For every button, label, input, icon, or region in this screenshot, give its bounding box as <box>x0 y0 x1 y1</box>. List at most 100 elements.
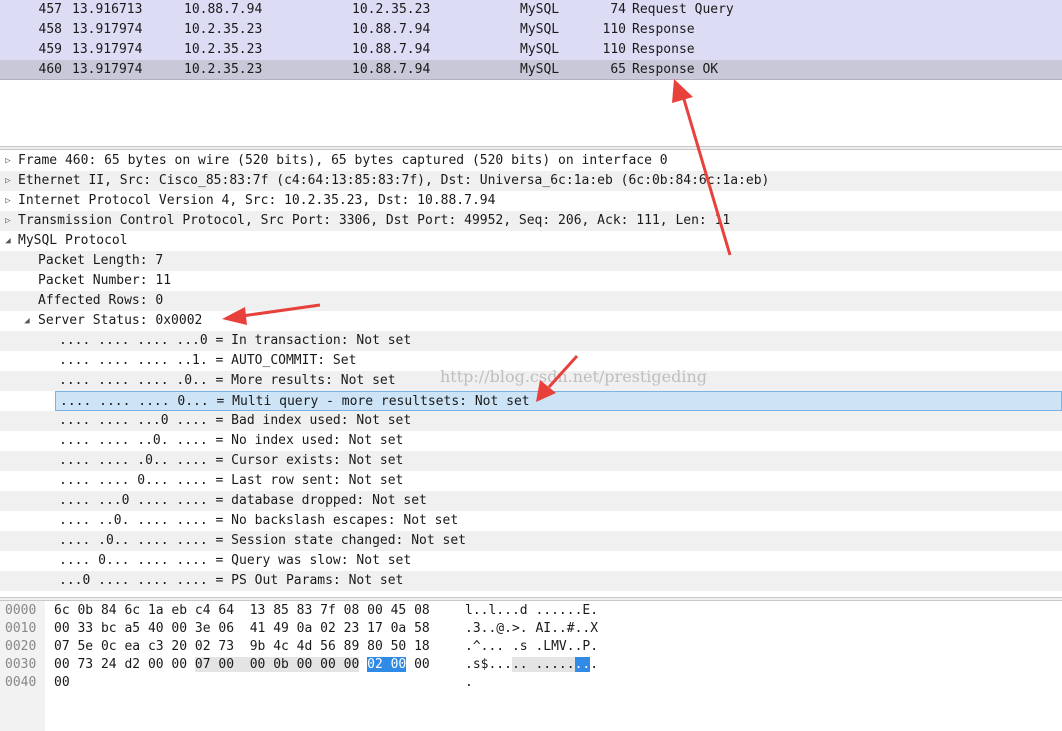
hex-byte[interactable]: 00 <box>367 603 383 618</box>
hex-byte[interactable]: 73 <box>77 657 93 672</box>
tree-item[interactable]: ◢ Server Status: 0x0002 <box>0 311 1062 331</box>
hex-byte[interactable]: a5 <box>124 621 140 636</box>
hex-byte[interactable]: 4c <box>273 639 289 654</box>
pane-splitter-top[interactable] <box>0 146 1062 150</box>
hex-byte[interactable]: 0a <box>391 621 407 636</box>
tree-item[interactable]: ...0 .... .... .... = PS Out Params: Not… <box>0 571 1062 591</box>
tree-item[interactable]: .... ..0. .... .... = No backslash escap… <box>0 511 1062 531</box>
tree-item[interactable]: ▷ Frame 460: 65 bytes on wire (520 bits),… <box>0 151 1062 171</box>
hex-byte[interactable]: 17 <box>367 621 383 636</box>
hex-ascii-line[interactable]: .3..@.>. AI..#..X <box>465 620 598 638</box>
hex-byte[interactable]: 9b <box>250 639 266 654</box>
hex-byte[interactable]: 6c <box>124 603 140 618</box>
hex-byte[interactable]: 6c <box>54 603 70 618</box>
hex-byte[interactable]: d2 <box>124 657 140 672</box>
expand-arrow-icon[interactable]: ▷ <box>3 191 13 211</box>
hex-byte[interactable]: 18 <box>414 639 430 654</box>
hex-byte[interactable]: 00 <box>171 657 187 672</box>
hex-byte[interactable]: 02 <box>367 657 383 672</box>
hex-byte[interactable]: 85 <box>273 603 289 618</box>
tree-item[interactable]: .... ...0 .... .... = database dropped: … <box>0 491 1062 511</box>
hex-byte[interactable]: eb <box>171 603 187 618</box>
tree-item[interactable]: .... .... .0.. .... = Cursor exists: Not… <box>0 451 1062 471</box>
hex-bytes-line[interactable]: 00 73 24 d2 00 00 07 00 00 0b 00 00 00 0… <box>54 656 430 674</box>
tree-item[interactable]: .... .... ...0 .... = Bad index used: No… <box>0 411 1062 431</box>
hex-byte[interactable]: 0a <box>297 621 313 636</box>
tree-item[interactable]: ▷ Internet Protocol Version 4, Src: 10.2.… <box>0 191 1062 211</box>
hex-byte[interactable]: 02 <box>320 621 336 636</box>
hex-byte[interactable]: 84 <box>101 603 117 618</box>
packet-row[interactable]: 459 13.917974 10.2.35.23 10.88.7.94 MySQ… <box>0 40 1062 60</box>
hex-byte[interactable]: 07 <box>54 639 70 654</box>
collapse-arrow-icon[interactable]: ◢ <box>22 311 32 331</box>
hex-ascii-line[interactable]: .^... .s .LMV..P. <box>465 638 598 656</box>
hex-byte[interactable]: 56 <box>320 639 336 654</box>
hex-byte[interactable]: 45 <box>391 603 407 618</box>
hex-byte[interactable]: 7f <box>320 603 336 618</box>
hex-byte[interactable]: 00 <box>218 657 235 672</box>
packet-list[interactable]: 457 13.916713 10.88.7.94 10.2.35.23 MySQ… <box>0 0 1062 146</box>
hex-byte[interactable]: 07 <box>194 657 211 672</box>
hex-byte[interactable]: 00 <box>343 657 360 672</box>
hex-byte[interactable]: 00 <box>54 675 70 690</box>
hex-byte[interactable]: c4 <box>195 603 211 618</box>
hex-byte[interactable]: 33 <box>77 621 93 636</box>
tree-item[interactable]: ▷ Ethernet II, Src: Cisco_85:83:7f (c4:64… <box>0 171 1062 191</box>
packet-row-selected[interactable]: 460 13.917974 10.2.35.23 10.88.7.94 MySQ… <box>0 60 1062 80</box>
hex-byte[interactable]: 41 <box>250 621 266 636</box>
tree-item[interactable]: Packet Number: 11 <box>0 271 1062 291</box>
hex-byte[interactable]: 89 <box>344 639 360 654</box>
hex-bytes-line[interactable]: 00 33 bc a5 40 00 3e 06 41 49 0a 02 23 1… <box>54 620 430 638</box>
hex-byte[interactable]: 08 <box>414 603 430 618</box>
hex-byte[interactable]: 3e <box>195 621 211 636</box>
hex-byte[interactable]: 00 <box>54 621 70 636</box>
hex-byte[interactable]: 4d <box>297 639 313 654</box>
hex-byte[interactable]: 06 <box>218 621 234 636</box>
tree-item[interactable]: .... .... .... 0... = Multi query - more… <box>55 391 1062 411</box>
tree-item[interactable]: .... .... ..0. .... = No index used: Not… <box>0 431 1062 451</box>
hex-byte[interactable]: 00 <box>296 657 313 672</box>
hex-byte[interactable]: 00 <box>320 657 336 672</box>
hex-byte[interactable]: c3 <box>148 639 164 654</box>
hex-byte[interactable]: 24 <box>101 657 117 672</box>
hex-byte[interactable]: bc <box>101 621 117 636</box>
hex-byte[interactable]: 0b <box>273 657 289 672</box>
hex-byte[interactable]: 0c <box>101 639 117 654</box>
expand-arrow-icon[interactable]: ▷ <box>3 171 13 191</box>
hex-byte[interactable]: ea <box>124 639 140 654</box>
hex-byte[interactable]: 50 <box>391 639 407 654</box>
hex-bytes-line[interactable]: 6c 0b 84 6c 1a eb c4 64 13 85 83 7f 08 0… <box>54 602 430 620</box>
tree-item[interactable]: ◢ MySQL Protocol <box>0 231 1062 251</box>
hex-bytes-line[interactable]: 00 <box>54 674 70 692</box>
tree-item[interactable]: .... 0... .... .... = Query was slow: No… <box>0 551 1062 571</box>
hex-byte[interactable]: 83 <box>297 603 313 618</box>
packet-row[interactable]: 458 13.917974 10.2.35.23 10.88.7.94 MySQ… <box>0 20 1062 40</box>
hex-ascii-line[interactable]: .s$..... ........ <box>465 656 598 674</box>
tree-item[interactable]: Affected Rows: 0 <box>0 291 1062 311</box>
hex-byte[interactable]: 58 <box>414 621 430 636</box>
expand-arrow-icon[interactable]: ▷ <box>3 211 13 231</box>
tree-item[interactable]: Packet Length: 7 <box>0 251 1062 271</box>
hex-byte[interactable]: 80 <box>367 639 383 654</box>
hex-byte[interactable]: 49 <box>273 621 289 636</box>
hex-byte[interactable]: 1a <box>148 603 164 618</box>
tree-item[interactable]: .... .... 0... .... = Last row sent: Not… <box>0 471 1062 491</box>
hex-byte[interactable]: 00 <box>54 657 70 672</box>
hex-byte[interactable]: 13 <box>250 603 266 618</box>
hex-byte[interactable]: 02 <box>195 639 211 654</box>
hex-byte[interactable]: 00 <box>249 657 266 672</box>
hex-bytes-line[interactable]: 07 5e 0c ea c3 20 02 73 9b 4c 4d 56 89 8… <box>54 638 430 656</box>
tree-item[interactable]: ▷ Transmission Control Protocol, Src Port… <box>0 211 1062 231</box>
hex-byte[interactable]: 00 <box>390 657 407 672</box>
hex-byte[interactable]: 08 <box>344 603 360 618</box>
hex-byte[interactable]: 00 <box>414 657 430 672</box>
hex-byte[interactable]: 20 <box>171 639 187 654</box>
tree-item[interactable]: .... .0.. .... .... = Session state chan… <box>0 531 1062 551</box>
hex-byte[interactable]: 23 <box>344 621 360 636</box>
hex-byte[interactable]: 73 <box>218 639 234 654</box>
hex-byte[interactable]: 64 <box>218 603 234 618</box>
hex-ascii-line[interactable]: . <box>465 674 473 692</box>
hex-byte[interactable]: 40 <box>148 621 164 636</box>
hex-byte[interactable]: 00 <box>148 657 164 672</box>
collapse-arrow-icon[interactable]: ◢ <box>3 231 13 251</box>
